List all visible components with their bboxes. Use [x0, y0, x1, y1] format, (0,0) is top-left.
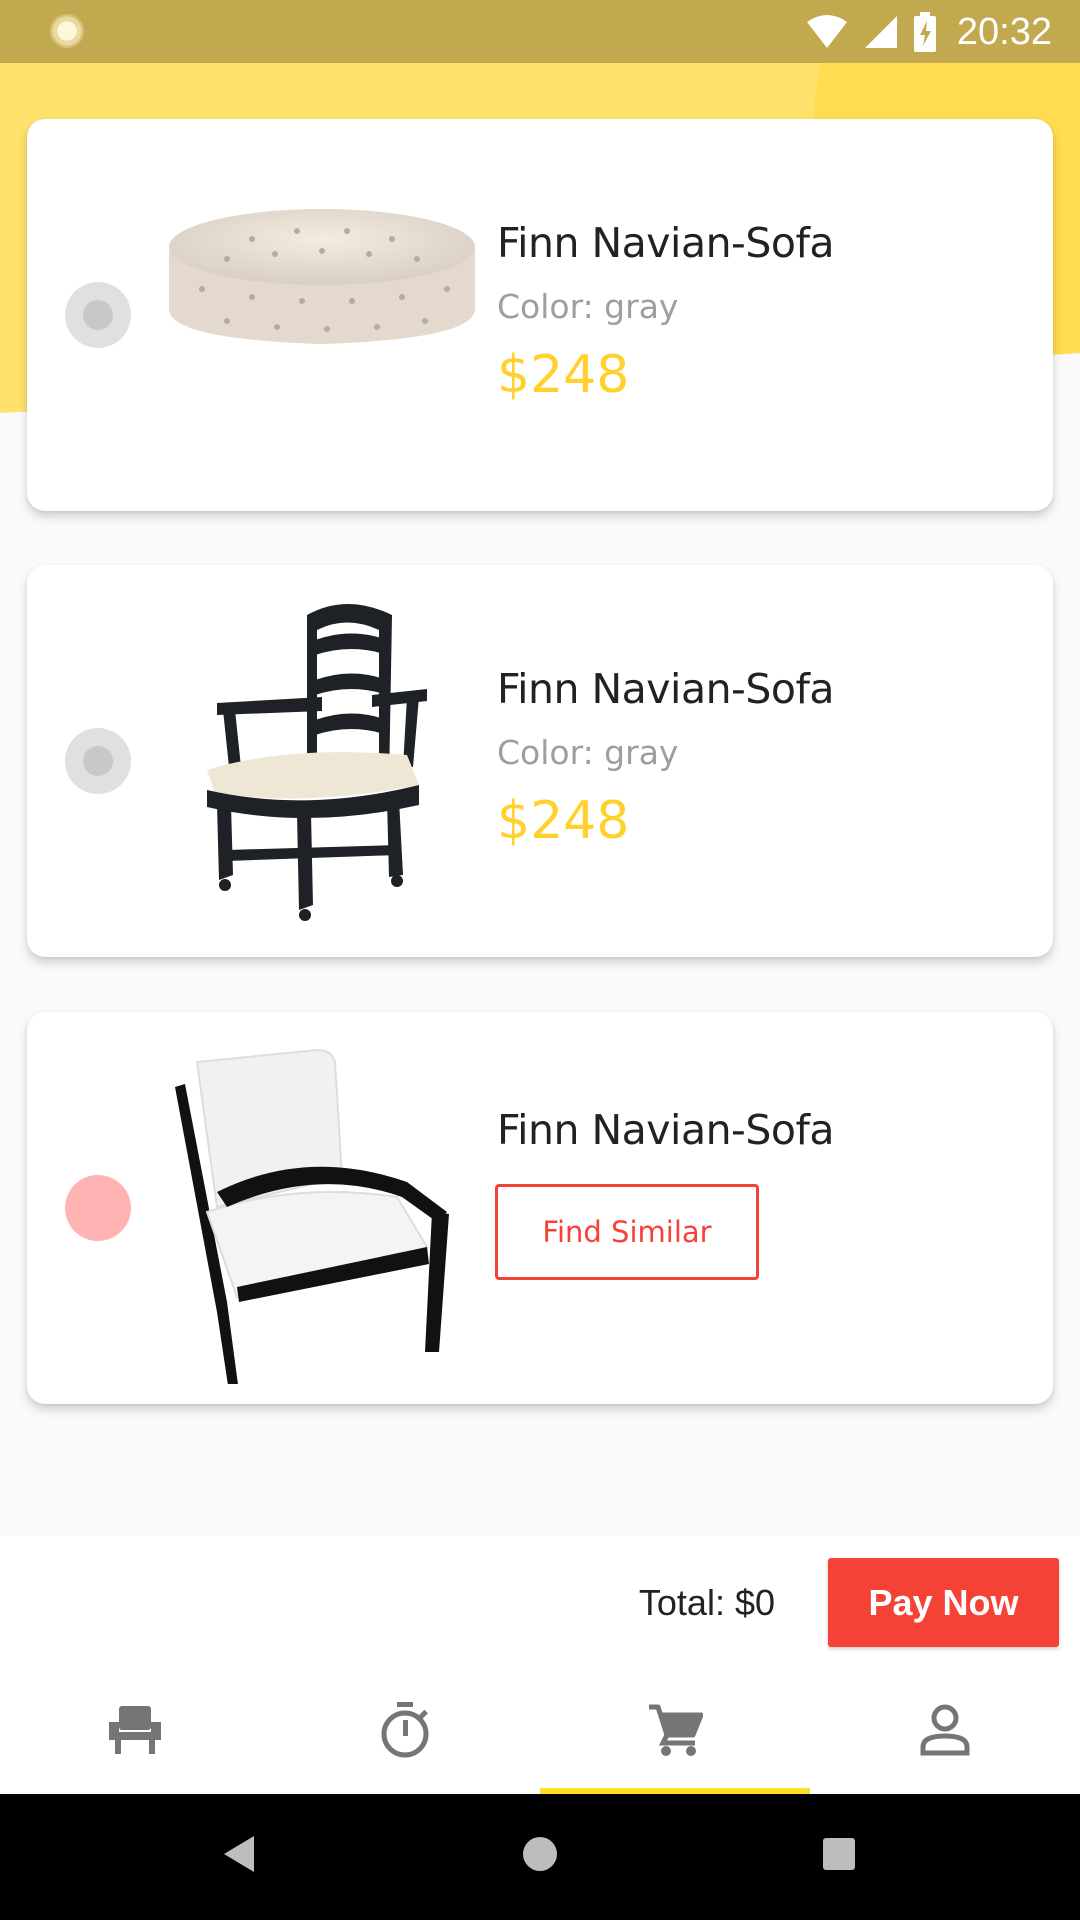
recents-icon[interactable] — [821, 1834, 857, 1874]
bottom-nav — [0, 1665, 1080, 1794]
system-nav-bar — [0, 1794, 1080, 1920]
chair-icon — [109, 1705, 161, 1754]
tufted-ottoman-image — [169, 209, 475, 344]
cart-item-card[interactable]: Finn Navian-Sofa Color: gray $248 — [27, 565, 1053, 957]
total-label: Total: $0 — [638, 1582, 775, 1623]
battery-charging-icon — [913, 12, 936, 52]
select-radio[interactable] — [65, 728, 131, 794]
cart-icon — [649, 1704, 703, 1756]
product-price: $248 — [497, 791, 630, 851]
white-lounge-chair-image — [175, 1048, 449, 1384]
profile-icon — [920, 1704, 970, 1755]
nav-item-cart[interactable] — [540, 1665, 810, 1794]
timer-icon — [381, 1701, 429, 1757]
notification-icon — [50, 14, 84, 48]
status-bar: 20:32 — [0, 0, 1080, 63]
status-time: 20:32 — [956, 10, 1052, 53]
select-radio[interactable] — [65, 282, 131, 348]
wifi-icon — [806, 15, 847, 48]
cart-item-card[interactable]: Finn Navian-Sofa Color: gray $248 — [27, 119, 1053, 511]
find-similar-button[interactable]: Find Similar — [495, 1184, 759, 1280]
signal-icon — [864, 16, 897, 48]
product-name: Finn Navian-Sofa — [497, 1106, 835, 1154]
pay-now-button[interactable]: Pay Now — [828, 1558, 1059, 1647]
status-icons: 20:32 — [805, 8, 1052, 56]
product-color: Color: gray — [497, 287, 679, 326]
nav-item-chair[interactable] — [0, 1665, 270, 1794]
nav-item-profile[interactable] — [810, 1665, 1080, 1794]
home-icon[interactable] — [521, 1834, 559, 1874]
product-color: Color: gray — [497, 733, 679, 772]
product-name: Finn Navian-Sofa — [497, 219, 835, 267]
back-icon[interactable] — [222, 1834, 258, 1874]
product-price: $248 — [497, 345, 630, 405]
wooden-armchair-image — [207, 604, 427, 921]
cart-item-card[interactable]: Finn Navian-Sofa Find Similar — [27, 1012, 1053, 1404]
nav-item-timer[interactable] — [270, 1665, 540, 1794]
select-radio[interactable] — [65, 1175, 131, 1241]
product-name: Finn Navian-Sofa — [497, 665, 835, 713]
